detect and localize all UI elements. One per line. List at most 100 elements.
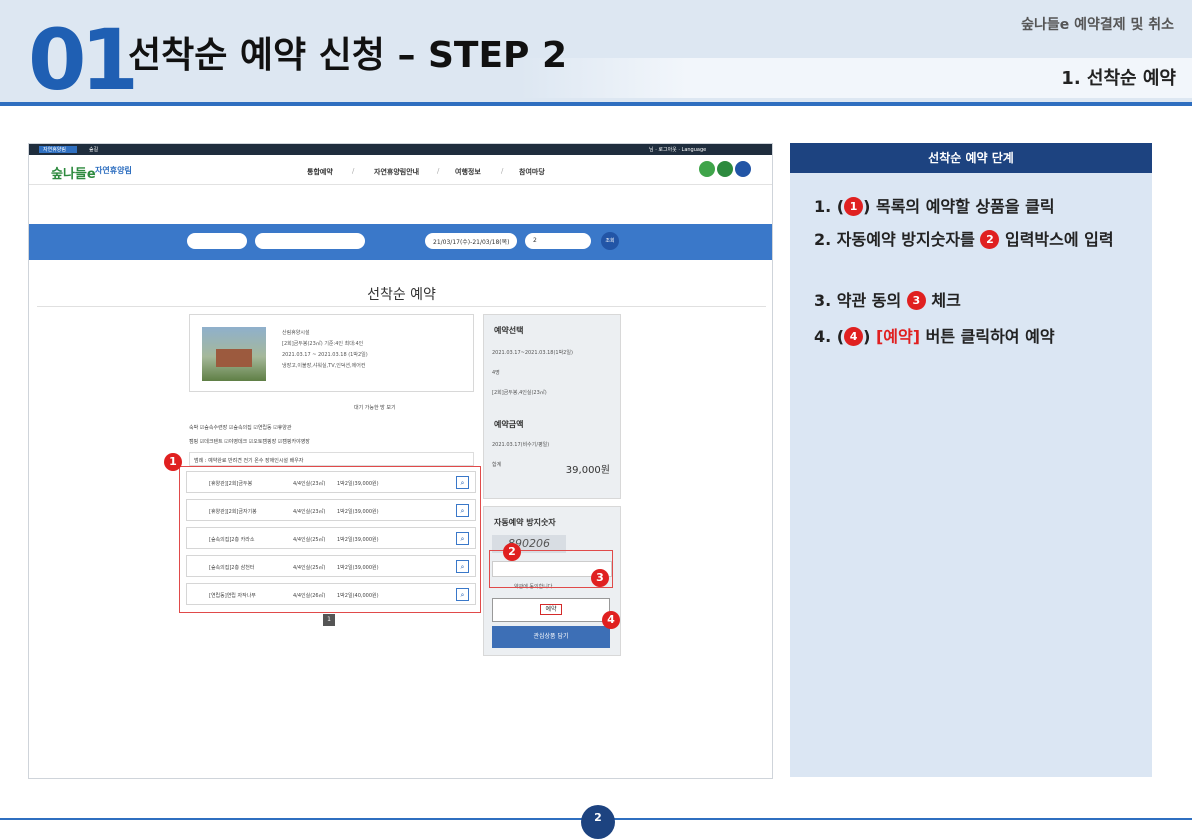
people-count-summary: 4명 — [492, 370, 500, 376]
product-row[interactable]: [연립동]연립 자작나무 4/4인실(26㎡) 1박2일(40,000원) ⌕ — [186, 583, 476, 605]
pagination-page[interactable]: 1 — [323, 614, 335, 626]
website-screenshot: 자연휴양림 숲길 님 · 로그아웃 · Language 숲나들e 자연휴양림 … — [28, 143, 773, 779]
divider — [37, 306, 766, 307]
filter-lodging[interactable]: 숙박 ☑숲속수련장 ☑숲속의집 ☑연립동 ☑휴양관 — [189, 424, 292, 431]
search-icon[interactable]: ⌕ — [456, 504, 469, 517]
people-count: 2 — [533, 237, 537, 244]
product-row[interactable]: [휴양관][2회]금두봉 4/4인실(23㎡) 1박2일(39,000원) ⌕ — [186, 471, 476, 493]
step-text: 4. ( — [814, 327, 845, 346]
product-price: 1박2일(39,000원) — [337, 481, 379, 487]
site-logo[interactable]: 숲나들e — [51, 163, 96, 182]
search-icon[interactable] — [699, 161, 715, 177]
product-price: 1박2일(39,000원) — [337, 537, 379, 543]
product-capacity: 4/4인실(26㎡) — [293, 593, 326, 599]
step-text: ) — [863, 327, 876, 346]
card-stay: 2021.03.17 ~ 2021.03.18 (1박2일) — [282, 352, 368, 358]
reservation-summary: 예약선택 2021.03.17~2021.03.18(1박2일) 4명 [2회]… — [483, 314, 621, 499]
nav-item[interactable]: 여행정보 — [455, 167, 481, 177]
step-item: 3. 약관 동의 3 체크 — [814, 289, 1140, 312]
product-capacity: 4/4인실(25㎡) — [293, 565, 326, 571]
steps-heading: 선착순 예약 단계 — [790, 143, 1152, 173]
nav-item[interactable]: 참여마당 — [519, 167, 545, 177]
total-price: 39,000원 — [565, 465, 610, 476]
top-right-links[interactable]: 님 · 로그아웃 · Language — [649, 146, 706, 153]
nav-item[interactable]: 자연휴양림안내 — [374, 167, 419, 177]
step-text: 1. ( — [814, 197, 845, 216]
product-name: [휴양관][2회]금두봉 — [209, 481, 253, 487]
nav-separator: / — [352, 167, 355, 175]
steps-panel: 선착순 예약 단계 1. (1) 목록의 예약할 상품을 클릭 2. 자동예약 … — [790, 143, 1152, 777]
search-icon[interactable]: ⌕ — [456, 476, 469, 489]
search-icon[interactable]: ⌕ — [456, 532, 469, 545]
reserve-button[interactable]: 예약 — [492, 598, 610, 622]
step-badge: 1 — [844, 197, 864, 216]
chapter-number: 01 — [28, 11, 139, 109]
nav-item[interactable]: 통합예약 — [307, 167, 333, 177]
marker-4: 4 — [602, 611, 620, 629]
card-label: 산림휴양시설 — [282, 330, 310, 336]
site-top-bar: 자연휴양림 숲길 님 · 로그아웃 · Language — [29, 144, 772, 155]
card-facility: [2회]금두봉(23㎡) 기준:4인 최대:4인 — [282, 341, 364, 347]
nav-separator: / — [501, 167, 504, 175]
site-name[interactable]: 자연휴양림 — [95, 165, 132, 176]
search-icon[interactable]: ⌕ — [456, 588, 469, 601]
site-nav: 숲나들e 자연휴양림 통합예약 / 자연휴양림안내 / 여행정보 / 참여마당 — [29, 155, 772, 185]
amount-line: 2021.03.17(비수기/평일) — [492, 442, 550, 448]
region-select[interactable] — [187, 233, 247, 249]
step-text: 체크 — [925, 291, 961, 310]
product-price: 1박2일(40,000원) — [337, 593, 379, 599]
waiting-checkbox[interactable]: 대기 가능한 방 보기 — [354, 404, 396, 411]
step-item: 1. (1) 목록의 예약할 상품을 클릭 — [814, 195, 1140, 218]
product-capacity: 4/4인실(23㎡) — [293, 481, 326, 487]
step-text: 3. 약관 동의 — [814, 291, 907, 310]
step-badge: 3 — [906, 291, 926, 310]
step-item: 2. 자동예약 방지숫자를 2 입력박스에 입력 — [814, 228, 1140, 251]
product-capacity: 4/4인실(25㎡) — [293, 537, 326, 543]
page-header: 01 선착순 예약 신청 – STEP 2 숲나들e 예약결제 및 취소 1. … — [0, 0, 1192, 106]
date-select[interactable]: 21/03/17(수)-21/03/18(목) — [425, 233, 517, 249]
step-text: ) 목록의 예약할 상품을 클릭 — [863, 197, 1055, 216]
product-name: [숲속의집]2층 삼천터 — [209, 565, 255, 571]
reservation-amount-heading: 예약금액 — [494, 420, 524, 429]
step-text: 버튼 클릭하여 예약 — [920, 327, 1055, 346]
forest-select[interactable] — [255, 233, 365, 249]
product-row[interactable]: [숲속의집]2층 삼천터 4/4인실(25㎡) 1박2일(39,000원) ⌕ — [186, 555, 476, 577]
product-row[interactable]: [숲속의집]2층 카라소 4/4인실(25㎡) 1박2일(39,000원) ⌕ — [186, 527, 476, 549]
product-name: [숲속의집]2층 카라소 — [209, 537, 255, 543]
step-badge: 2 — [980, 230, 1000, 249]
top-menu-item[interactable]: 자연휴양림 — [43, 146, 66, 153]
reservation-icon[interactable] — [717, 161, 733, 177]
screenshot-page-heading: 선착순 예약 — [367, 287, 436, 303]
filter-camping[interactable]: 캠핑 ☑데크텐트 ☑야영데크 ☑오토캠핑장 ☑캠핑카야영장 — [189, 438, 310, 445]
search-button[interactable]: 조회 — [601, 232, 619, 250]
facility-photo — [202, 327, 266, 381]
document-subtitle: 숲나들e 예약결제 및 취소 — [1021, 17, 1174, 33]
product-price: 1박2일(39,000원) — [337, 565, 379, 571]
nav-separator: / — [437, 167, 440, 175]
legend: 범례 : 예약완료 반려견 전기 온수 장애인시설 배우자 — [189, 452, 474, 466]
step-text: 입력박스에 입력 — [999, 230, 1114, 249]
grid-menu-icon[interactable] — [735, 161, 751, 177]
reservation-select-heading: 예약선택 — [494, 326, 524, 335]
card-amenity: 냉장고,이불장,샤워실,TV,인덕션,에어컨 — [282, 363, 366, 369]
step-badge: 4 — [844, 327, 864, 346]
marker-3: 3 — [591, 569, 609, 587]
reserve-button-label: 예약 — [540, 604, 562, 615]
facility-summary: [2회]금두봉,4인실(23㎡) — [492, 390, 547, 396]
product-row[interactable]: [휴양관][2회]금자기봉 4/4인실(23㎡) 1박2일(39,000원) ⌕ — [186, 499, 476, 521]
use-date: 2021.03.17~2021.03.18(1박2일) — [492, 350, 573, 356]
add-to-wishlist-button[interactable]: 관심상품 담기 — [492, 626, 610, 648]
page-number: 2 — [581, 805, 615, 839]
product-price: 1박2일(39,000원) — [337, 509, 379, 515]
total-label: 합계 — [492, 462, 502, 468]
product-capacity: 4/4인실(23㎡) — [293, 509, 326, 515]
search-icon[interactable]: ⌕ — [456, 560, 469, 573]
search-bar: 21/03/17(수)-21/03/18(목) 2 조회 — [29, 224, 772, 260]
page-title: 선착순 예약 신청 – STEP 2 — [128, 35, 568, 76]
people-select[interactable]: 2 — [525, 233, 591, 249]
product-name: [휴양관][2회]금자기봉 — [209, 509, 257, 515]
section-title: 1. 선착순 예약 — [1061, 68, 1176, 89]
marker-1: 1 — [164, 453, 182, 471]
top-menu-item[interactable]: 숲길 — [89, 146, 98, 153]
marker-2: 2 — [503, 543, 521, 561]
